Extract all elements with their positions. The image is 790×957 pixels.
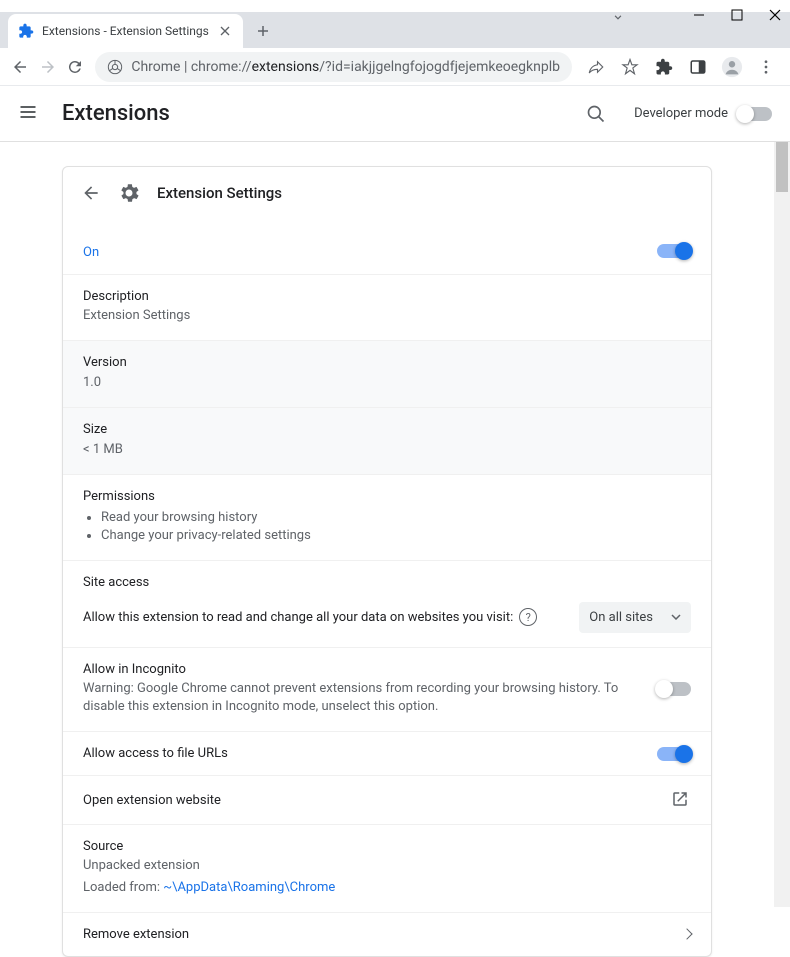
version-label: Version: [83, 355, 691, 370]
description-value: Extension Settings: [83, 307, 691, 326]
permissions-list: Read your browsing history Change your p…: [101, 510, 691, 543]
status-label: On: [83, 245, 99, 260]
help-icon[interactable]: ?: [519, 608, 537, 626]
version-value: 1.0: [83, 374, 691, 393]
version-row: Version 1.0: [63, 340, 711, 407]
remove-label: Remove extension: [83, 927, 683, 942]
remove-extension-row[interactable]: Remove extension: [63, 912, 711, 956]
scrollbar-thumb[interactable]: [776, 142, 788, 192]
source-path: Loaded from: ~\AppData\Roaming\Chrome: [83, 879, 691, 898]
site-access-value: On all sites: [589, 610, 653, 625]
extensions-header: Extensions Developer mode: [0, 86, 790, 142]
description-label: Description: [83, 289, 691, 304]
main-menu-button[interactable]: [18, 102, 42, 126]
url-text: Chrome | chrome://extensions/?id=iakjjge…: [131, 59, 560, 75]
extension-favicon: [18, 23, 34, 39]
scrollbar[interactable]: [774, 142, 790, 907]
file-urls-label: Allow access to file URLs: [83, 746, 657, 761]
incognito-warning: Warning: Google Chrome cannot prevent ex…: [83, 680, 657, 718]
size-row: Size < 1 MB: [63, 407, 711, 474]
back-arrow-button[interactable]: [81, 183, 101, 203]
menu-button[interactable]: [750, 51, 782, 83]
incognito-toggle[interactable]: [657, 682, 691, 696]
extensions-button[interactable]: [648, 51, 680, 83]
source-path-link[interactable]: ~\AppData\Roaming\Chrome: [163, 880, 335, 895]
chrome-icon: [107, 59, 123, 75]
browser-tab[interactable]: Extensions - Extension Settings: [8, 14, 243, 48]
size-value: < 1 MB: [83, 441, 691, 460]
developer-mode-toggle[interactable]: [738, 107, 772, 121]
titlebar: [0, 0, 790, 12]
site-access-row: Allow this extension to read and change …: [63, 596, 711, 647]
address-bar[interactable]: Chrome | chrome://extensions/?id=iakjjge…: [95, 52, 572, 82]
size-label: Size: [83, 422, 691, 437]
description-row: Description Extension Settings: [63, 274, 711, 340]
permission-item: Change your privacy-related settings: [101, 528, 691, 543]
tab-strip: Extensions - Extension Settings: [0, 12, 790, 48]
profile-button[interactable]: [716, 51, 748, 83]
file-urls-toggle[interactable]: [657, 747, 691, 761]
permissions-label: Permissions: [83, 489, 691, 504]
close-window-button[interactable]: [768, 8, 782, 22]
gear-icon: [117, 181, 141, 205]
extension-detail-card: Extension Settings On Description Extens…: [62, 166, 712, 957]
permission-item: Read your browsing history: [101, 510, 691, 525]
chevron-down-icon: [671, 614, 681, 620]
permissions-row: Permissions Read your browsing history C…: [63, 474, 711, 560]
status-row: On: [63, 223, 711, 274]
extension-name: Extension Settings: [157, 184, 282, 202]
browser-toolbar: Chrome | chrome://extensions/?id=iakjjge…: [0, 48, 790, 86]
chevron-right-icon: [681, 929, 692, 940]
site-access-desc: Allow this extension to read and change …: [83, 610, 513, 625]
window-dropdown-icon[interactable]: [611, 10, 625, 24]
reload-button[interactable]: [64, 51, 88, 83]
source-label: Source: [83, 839, 691, 854]
bookmark-button[interactable]: [614, 51, 646, 83]
tab-title: Extensions - Extension Settings: [42, 24, 209, 38]
new-tab-button[interactable]: [249, 17, 277, 45]
sidepanel-button[interactable]: [682, 51, 714, 83]
developer-mode-label: Developer mode: [634, 106, 728, 121]
file-urls-row: Allow access to file URLs: [63, 731, 711, 775]
open-website-row[interactable]: Open extension website: [63, 775, 711, 824]
site-access-header: Site access: [63, 560, 711, 596]
forward-button[interactable]: [36, 51, 60, 83]
share-button[interactable]: [580, 51, 612, 83]
search-button[interactable]: [578, 96, 614, 132]
site-access-label: Site access: [83, 575, 149, 590]
tab-close-button[interactable]: [217, 23, 233, 39]
maximize-button[interactable]: [730, 8, 744, 22]
incognito-label: Allow in Incognito: [83, 662, 657, 677]
incognito-row: Allow in Incognito Warning: Google Chrom…: [63, 647, 711, 732]
open-external-icon: [671, 790, 691, 810]
back-button[interactable]: [8, 51, 32, 83]
developer-mode-row: Developer mode: [634, 106, 772, 121]
page-title: Extensions: [62, 101, 558, 126]
site-access-dropdown[interactable]: On all sites: [579, 602, 691, 633]
open-website-label: Open extension website: [83, 793, 671, 808]
enable-toggle[interactable]: [657, 244, 691, 258]
source-row: Source Unpacked extension Loaded from: ~…: [63, 824, 711, 912]
minimize-button[interactable]: [692, 8, 706, 22]
source-type: Unpacked extension: [83, 857, 691, 876]
